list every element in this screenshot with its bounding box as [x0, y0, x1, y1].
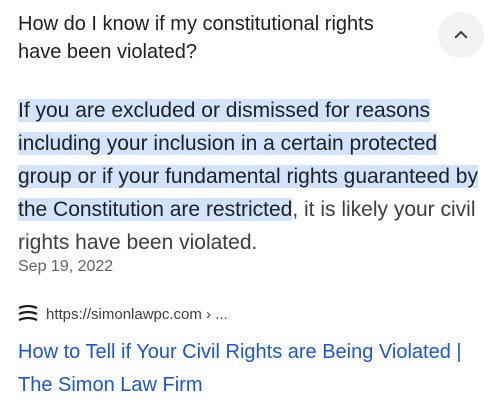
collapse-button[interactable]	[438, 12, 484, 58]
snippet-date: Sep 19, 2022	[18, 258, 114, 275]
answer-snippet: If you are excluded or dismissed for rea…	[18, 94, 488, 259]
source-line[interactable]: https://simonlawpc.com › ...	[18, 305, 228, 323]
chevron-up-icon	[454, 31, 468, 39]
question-heading[interactable]: How do I know if my constitutional right…	[18, 10, 408, 66]
simon-law-favicon-icon	[18, 305, 38, 322]
result-title-link[interactable]: How to Tell if Your Civil Rights are Bei…	[18, 336, 488, 402]
source-url[interactable]: https://simonlawpc.com › ...	[46, 306, 228, 323]
